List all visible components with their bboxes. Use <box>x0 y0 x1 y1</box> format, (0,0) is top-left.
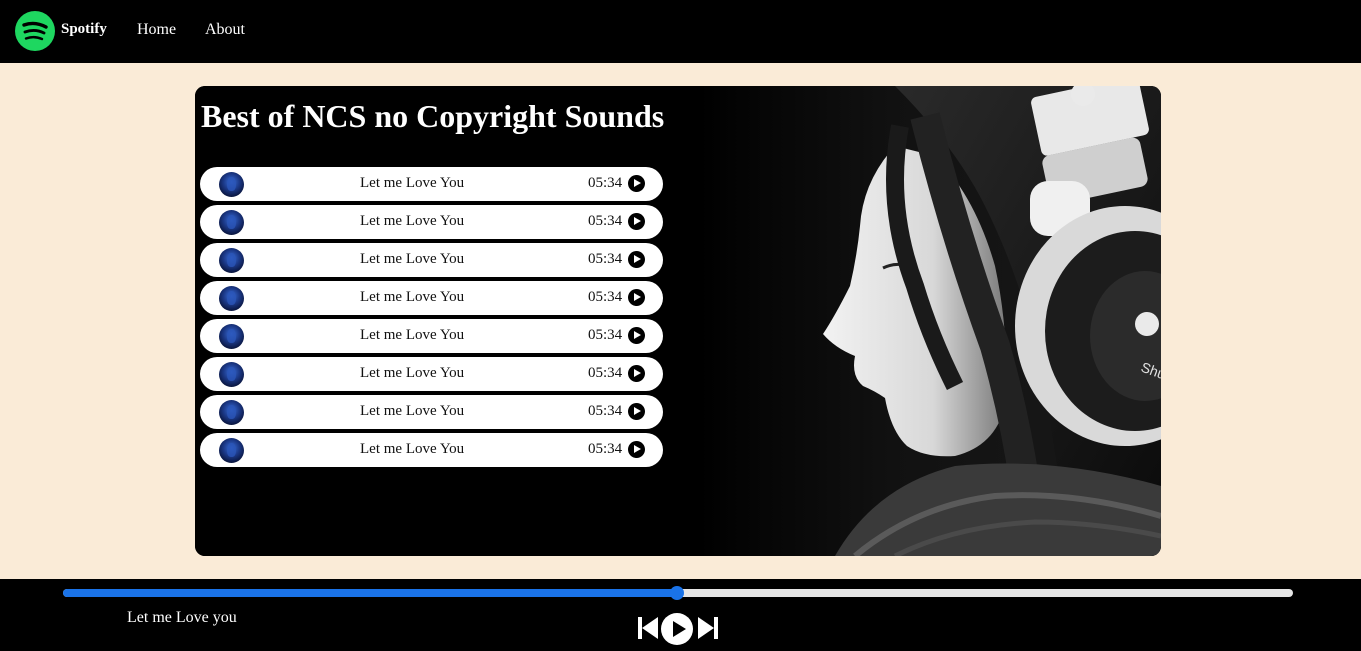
song-duration: 05:34 <box>588 403 623 419</box>
play-icon[interactable] <box>628 365 645 382</box>
song-duration: 05:34 <box>588 251 623 267</box>
spotify-logo-icon[interactable] <box>15 11 55 51</box>
song-name: Let me Love You <box>360 441 465 457</box>
song-item[interactable]: Let me Love You 05:34 <box>200 319 663 353</box>
player-bar: Let me Love you <box>0 579 1361 651</box>
play-icon[interactable] <box>628 289 645 306</box>
now-playing-title: Let me Love you <box>127 609 237 626</box>
song-name: Let me Love You <box>360 403 465 419</box>
play-icon[interactable] <box>628 175 645 192</box>
song-duration: 05:34 <box>588 213 623 229</box>
song-name: Let me Love You <box>360 289 465 305</box>
song-item[interactable]: Let me Love You 05:34 <box>200 395 663 429</box>
song-duration: 05:34 <box>588 441 623 457</box>
play-icon[interactable] <box>628 403 645 420</box>
playlist-title: Best of NCS no Copyright Sounds <box>201 98 665 134</box>
song-cover-image <box>219 362 244 387</box>
song-item[interactable]: Let me Love You 05:34 <box>200 167 663 201</box>
song-cover-image <box>219 286 244 311</box>
song-cover-image <box>219 248 244 273</box>
play-icon[interactable] <box>628 441 645 458</box>
song-name: Let me Love You <box>360 327 465 343</box>
play-icon[interactable] <box>660 612 694 646</box>
song-duration: 05:34 <box>588 365 623 381</box>
song-item[interactable]: Let me Love You 05:34 <box>200 205 663 239</box>
song-name: Let me Love You <box>360 175 465 191</box>
song-cover-image <box>219 324 244 349</box>
next-icon[interactable] <box>696 615 720 641</box>
song-name: Let me Love You <box>360 251 465 267</box>
song-cover-image <box>219 210 244 235</box>
song-item[interactable]: Let me Love You 05:34 <box>200 357 663 391</box>
song-duration: 05:34 <box>588 289 623 305</box>
song-duration: 05:34 <box>588 175 623 191</box>
song-name: Let me Love You <box>360 365 465 381</box>
playback-controls <box>636 612 720 647</box>
playlist-container: Shu Best of NCS no Copyright Sounds Let … <box>195 86 1161 556</box>
song-list: Let me Love You 05:34 Let me Love You 05… <box>200 167 663 471</box>
play-icon[interactable] <box>628 213 645 230</box>
song-item[interactable]: Let me Love You 05:34 <box>200 281 663 315</box>
brand-name: Spotify <box>61 21 107 37</box>
play-icon[interactable] <box>628 327 645 344</box>
navbar: Spotify Home About <box>0 0 1361 63</box>
song-name: Let me Love You <box>360 213 465 229</box>
song-cover-image <box>219 438 244 463</box>
progress-thumb[interactable] <box>669 586 684 600</box>
progress-fill <box>63 589 677 597</box>
song-item[interactable]: Let me Love You 05:34 <box>200 433 663 467</box>
song-duration: 05:34 <box>588 327 623 343</box>
play-icon[interactable] <box>628 251 645 268</box>
nav-link-about[interactable]: About <box>205 21 245 39</box>
song-cover-image <box>219 400 244 425</box>
song-item[interactable]: Let me Love You 05:34 <box>200 243 663 277</box>
nav-link-home[interactable]: Home <box>137 21 176 39</box>
song-cover-image <box>219 172 244 197</box>
progress-bar[interactable] <box>63 586 1293 600</box>
previous-icon[interactable] <box>636 615 660 641</box>
